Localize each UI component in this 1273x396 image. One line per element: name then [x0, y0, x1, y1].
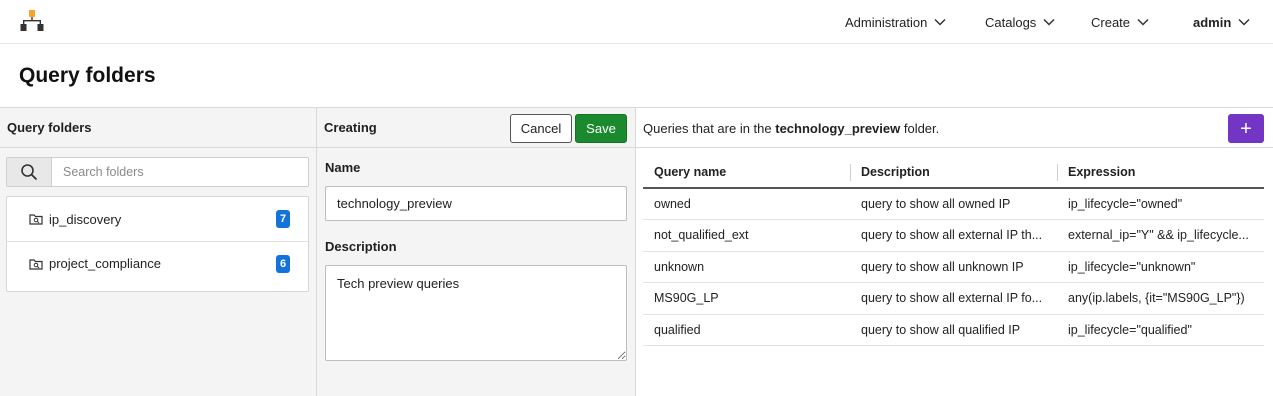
query-name-cell: owned: [643, 188, 850, 220]
folder-editor-panel: Creating Cancel Save Name Description Te…: [317, 108, 636, 396]
nav-catalogs-label: Catalogs: [985, 14, 1037, 30]
save-button[interactable]: Save: [575, 114, 627, 143]
folder-search: [6, 157, 309, 187]
table-row[interactable]: unknown query to show all unknown IP ip_…: [643, 251, 1264, 283]
folder-list: ip_discovery 7 project_compliance 6: [6, 196, 309, 292]
add-query-button[interactable]: +: [1228, 114, 1264, 143]
name-field[interactable]: [325, 186, 627, 221]
column-header-description[interactable]: Description: [850, 157, 1057, 189]
user-menu-label: admin: [1193, 14, 1232, 30]
nav-create[interactable]: Create: [1091, 0, 1149, 44]
description-field[interactable]: Tech preview queries: [325, 265, 627, 361]
query-description-cell: query to show all qualified IP: [850, 314, 1057, 346]
queries-intro: Queries that are in the technology_previ…: [643, 121, 939, 136]
app-logo-icon[interactable]: [20, 9, 44, 33]
folder-icon: [29, 258, 43, 270]
folders-panel-header: Query folders: [0, 108, 316, 148]
folders-panel: Query folders ip_discovery 7: [0, 108, 317, 396]
top-navigation-bar: Administration Catalogs Create admin: [0, 0, 1273, 44]
nav-administration-label: Administration: [845, 14, 928, 30]
nav-user-menu[interactable]: admin: [1193, 0, 1250, 44]
table-row[interactable]: not_qualified_ext query to show all exte…: [643, 219, 1264, 252]
query-expression-cell: external_ip="Y" && ip_lifecycle...: [1057, 219, 1264, 252]
description-field-label: Description: [325, 239, 397, 254]
queries-header: Queries that are in the technology_previ…: [636, 108, 1273, 148]
query-expression-cell: ip_lifecycle="qualified": [1057, 314, 1264, 346]
editor-header: Creating Cancel Save: [317, 108, 635, 148]
query-description-cell: query to show all unknown IP: [850, 251, 1057, 283]
query-description-cell: query to show all external IP fo...: [850, 282, 1057, 315]
chevron-down-icon: [1043, 18, 1055, 26]
nav-catalogs[interactable]: Catalogs: [985, 0, 1055, 44]
folders-panel-title: Query folders: [7, 120, 92, 135]
queries-panel: Queries that are in the technology_previ…: [636, 108, 1273, 396]
query-count-badge: 6: [276, 255, 290, 273]
query-description-cell: query to show all external IP th...: [850, 219, 1057, 252]
folder-name: project_compliance: [49, 256, 162, 271]
query-count-badge: 7: [276, 210, 290, 228]
plus-icon: +: [1240, 118, 1252, 140]
column-header-query-name[interactable]: Query name: [643, 157, 850, 189]
table-row[interactable]: qualified query to show all qualified IP…: [643, 314, 1264, 346]
search-folders-input[interactable]: [52, 158, 308, 186]
queries-folder-name: technology_preview: [775, 121, 901, 136]
folder-item-project-compliance[interactable]: project_compliance 6: [7, 241, 308, 285]
query-expression-cell: ip_lifecycle="unknown": [1057, 251, 1264, 283]
query-expression-cell: ip_lifecycle="owned": [1057, 188, 1264, 220]
editor-title: Creating: [324, 120, 377, 135]
folder-name: ip_discovery: [49, 211, 122, 227]
nav-administration[interactable]: Administration: [845, 0, 946, 44]
query-expression-cell: any(ip.labels, {it="MS90G_LP"}): [1057, 282, 1264, 315]
table-row[interactable]: owned query to show all owned IP ip_life…: [643, 188, 1264, 220]
queries-table: Query name Description Expression owned …: [643, 157, 1264, 346]
page-title: Query folders: [19, 64, 156, 87]
chevron-down-icon: [1238, 18, 1250, 26]
query-name-cell: unknown: [643, 251, 850, 283]
search-button[interactable]: [7, 158, 52, 186]
query-description-cell: query to show all owned IP: [850, 188, 1057, 220]
search-icon: [21, 164, 38, 181]
folder-item-ip-discovery[interactable]: ip_discovery 7: [7, 197, 308, 241]
queries-intro-prefix: Queries that are in the: [643, 121, 776, 136]
nav-create-label: Create: [1091, 14, 1131, 30]
table-header-row: Query name Description Expression: [643, 157, 1264, 189]
folder-icon: [29, 214, 43, 225]
page-header: Query folders: [0, 44, 1273, 108]
name-field-label: Name: [325, 160, 361, 175]
query-name-cell: qualified: [643, 314, 850, 346]
table-row[interactable]: MS90G_LP query to show all external IP f…: [643, 282, 1264, 315]
column-header-expression[interactable]: Expression: [1057, 157, 1264, 189]
query-name-cell: MS90G_LP: [643, 282, 850, 315]
queries-intro-suffix: folder.: [900, 121, 940, 136]
query-name-cell: not_qualified_ext: [643, 219, 850, 252]
chevron-down-icon: [1137, 18, 1149, 26]
chevron-down-icon: [934, 18, 946, 26]
cancel-button[interactable]: Cancel: [510, 114, 572, 143]
